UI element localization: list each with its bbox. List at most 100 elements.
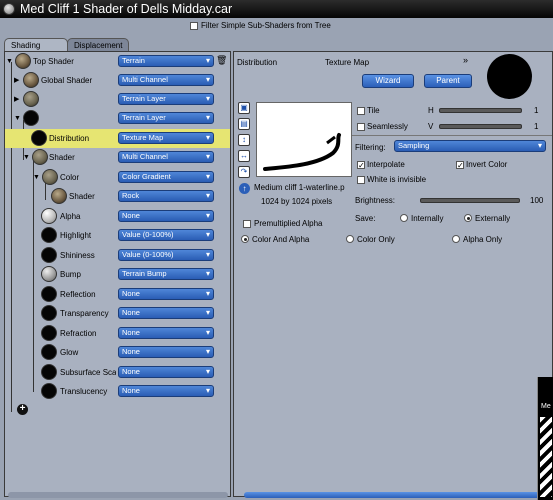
tree-row-label: Refraction (60, 329, 97, 338)
brightness-value: 100 (530, 196, 544, 205)
flip-horizontal-icon[interactable]: ↔ (238, 150, 250, 162)
filter-checkbox[interactable] (190, 22, 198, 30)
texture-preview (256, 102, 352, 177)
close-icon[interactable] (3, 3, 15, 15)
shader-type-dropdown[interactable]: Rock (118, 190, 214, 202)
shader-type-dropdown[interactable]: Terrain (118, 55, 214, 67)
tree-horizontal-scrollbar[interactable] (8, 492, 228, 498)
background-window-title: Me (541, 403, 551, 410)
interpolate-label: Interpolate (367, 160, 405, 169)
tree-row-label: Shader (69, 192, 95, 201)
editor-horizontal-scrollbar[interactable] (244, 492, 540, 498)
flip-vertical-icon[interactable]: ↕ (238, 134, 250, 146)
tree-row-terrain-layer[interactable]: ▼ Terrain Layer (5, 109, 230, 128)
add-shader-icon[interactable]: + (17, 404, 28, 415)
tree-row-refraction[interactable]: Refraction None (5, 324, 230, 343)
brightness-slider[interactable] (420, 198, 520, 203)
shader-thumbnail (41, 344, 57, 360)
color-and-alpha-label: Color And Alpha (252, 235, 310, 244)
tree-row-translucency[interactable]: Translucency None (5, 382, 230, 401)
v-label: V (428, 122, 434, 131)
tree-row-color[interactable]: ▼ Color Color Gradient (5, 168, 230, 187)
shader-type-dropdown[interactable]: Terrain Bump (118, 268, 214, 280)
shader-type-dropdown[interactable]: Texture Map (118, 132, 214, 144)
filter-subshaders-row[interactable]: Filter Simple Sub-Shaders from Tree (190, 21, 331, 30)
tree-row-subsurface[interactable]: Subsurface Sca None (5, 363, 230, 382)
trash-icon[interactable]: 🗑 (216, 55, 227, 66)
tree-row-label: Alpha (60, 212, 81, 221)
shader-type-dropdown[interactable]: None (118, 210, 214, 222)
tree-row-reflection[interactable]: Reflection None (5, 285, 230, 304)
tab-displacement[interactable]: Displacement (67, 38, 129, 52)
texture-map-panel: Distribution Texture Map » Wizard Parent… (233, 51, 553, 497)
tree-row-label: Bump (60, 270, 81, 279)
shader-type-dropdown[interactable]: Color Gradient (118, 171, 214, 183)
tree-row-rock-shader[interactable]: Shader Rock (5, 187, 230, 206)
shader-type-dropdown[interactable]: None (118, 327, 214, 339)
save-externally-radio[interactable] (464, 214, 472, 222)
texture-size: 1024 by 1024 pixels (261, 197, 333, 206)
v-slider[interactable] (439, 124, 522, 129)
tree-row-transparency[interactable]: Transparency None (5, 304, 230, 323)
shader-thumbnail (23, 72, 39, 88)
interpolate-checkbox[interactable] (357, 161, 365, 169)
open-file-icon[interactable]: ▣ (238, 102, 250, 114)
shader-thumbnail (41, 305, 57, 321)
tree-row-top-shader[interactable]: ▼ Top Shader Terrain 🗑 (5, 52, 230, 71)
info-arrow-icon[interactable]: ↑ (239, 183, 250, 194)
texture-stroke (263, 133, 341, 171)
tree-row-highlight[interactable]: Highlight Value (0-100%) (5, 226, 230, 245)
tree-row-shader[interactable]: ▼ Shader Multi Channel (5, 148, 230, 167)
color-and-alpha-radio[interactable] (241, 235, 249, 243)
tree-row-distribution[interactable]: Distribution Texture Map (5, 129, 230, 148)
tree-row-shininess[interactable]: Shininess Value (0-100%) (5, 246, 230, 265)
load-image-icon[interactable]: ▤ (238, 118, 250, 130)
shader-type-dropdown[interactable]: Value (0-100%) (118, 229, 214, 241)
tree-row-label: Reflection (60, 290, 96, 299)
shader-type-dropdown[interactable]: None (118, 307, 214, 319)
shader-type-dropdown[interactable]: None (118, 288, 214, 300)
save-internally-radio[interactable] (400, 214, 408, 222)
shader-type-dropdown[interactable]: None (118, 385, 214, 397)
shader-type-dropdown[interactable]: None (118, 366, 214, 378)
parent-button[interactable]: Parent (424, 74, 472, 88)
alpha-only-radio[interactable] (452, 235, 460, 243)
expand-triangle-icon[interactable]: ▼ (6, 52, 13, 71)
background-window[interactable]: Me (537, 377, 553, 500)
menu-chevron-icon[interactable]: » (463, 55, 468, 65)
tree-row-global-shader[interactable]: ▶ Global Shader Multi Channel (5, 71, 230, 90)
shader-type-dropdown[interactable]: None (118, 346, 214, 358)
premultiplied-checkbox[interactable] (243, 220, 251, 228)
wizard-button[interactable]: Wizard (362, 74, 414, 88)
tab-shading[interactable]: Shading (4, 38, 68, 52)
tree-row-alpha[interactable]: Alpha None (5, 207, 230, 226)
tree-row-label: Highlight (60, 231, 92, 240)
tile-checkbox[interactable] (357, 107, 365, 115)
white-invisible-checkbox[interactable] (357, 176, 365, 184)
collapsed-triangle-icon[interactable]: ▶ (14, 71, 19, 90)
shader-thumbnail (42, 169, 58, 185)
tree-row-label: Translucency (60, 387, 108, 396)
shader-type-dropdown[interactable]: Multi Channel (118, 151, 214, 163)
tree-row-terrain-layer[interactable]: ▶ Terrain Layer (5, 90, 230, 109)
collapsed-triangle-icon[interactable]: ▶ (14, 90, 19, 109)
expand-triangle-icon[interactable]: ▼ (23, 148, 30, 167)
shader-type-dropdown[interactable]: Value (0-100%) (118, 249, 214, 261)
shader-type-dropdown[interactable]: Multi Channel (118, 74, 214, 86)
color-only-radio[interactable] (346, 235, 354, 243)
filtering-dropdown[interactable]: Sampling (394, 140, 546, 152)
tree-row-glow[interactable]: Glow None (5, 343, 230, 362)
title-bar: Med Cliff 1 Shader of Dells Midday.car (0, 0, 553, 18)
divider (352, 135, 552, 136)
expand-triangle-icon[interactable]: ▼ (14, 109, 21, 128)
invert-color-checkbox[interactable] (456, 161, 464, 169)
save-label: Save: (355, 214, 376, 223)
tree-row-bump[interactable]: Bump Terrain Bump (5, 265, 230, 284)
shader-type-dropdown[interactable]: Terrain Layer (118, 112, 214, 124)
h-slider[interactable] (439, 108, 522, 113)
shader-thumbnail (23, 110, 39, 126)
expand-triangle-icon[interactable]: ▼ (33, 168, 40, 187)
shader-type-dropdown[interactable]: Terrain Layer (118, 93, 214, 105)
rotate-icon[interactable]: ↷ (238, 166, 250, 178)
seamless-checkbox[interactable] (357, 123, 365, 131)
